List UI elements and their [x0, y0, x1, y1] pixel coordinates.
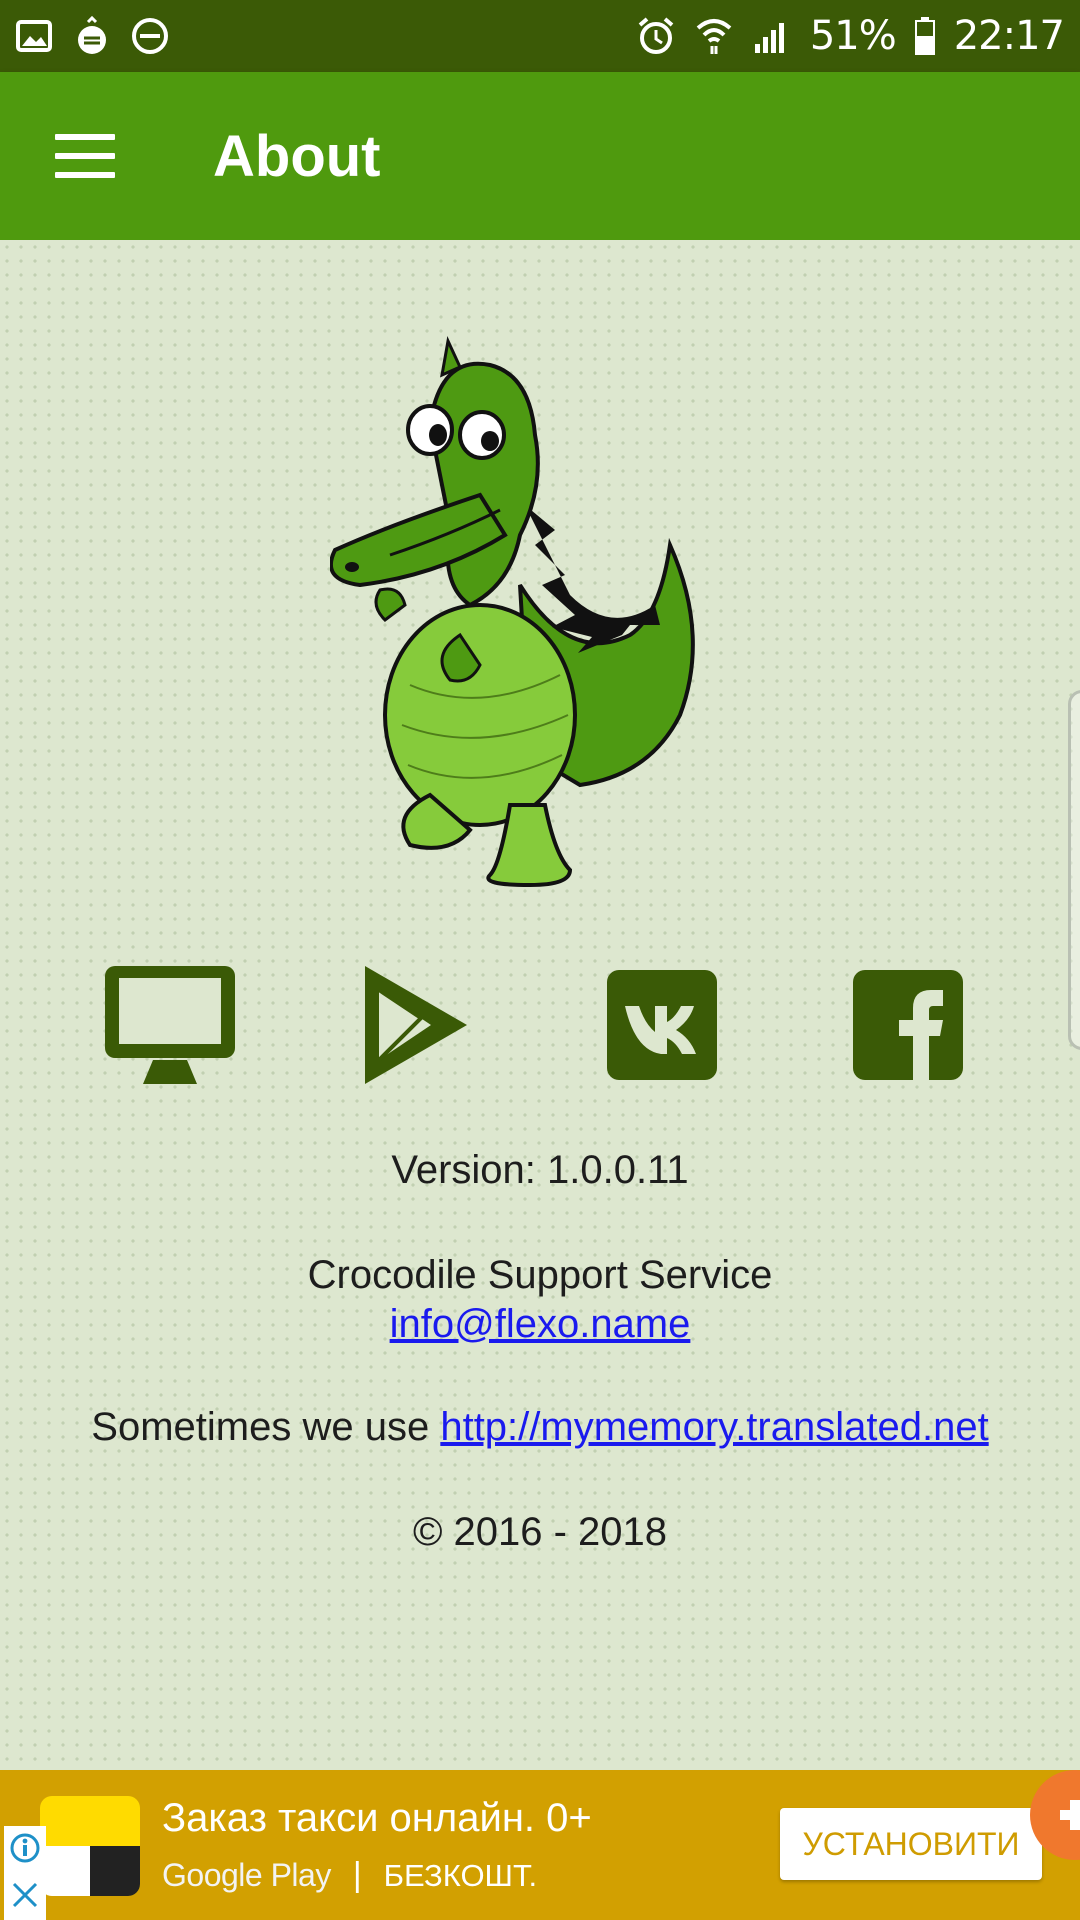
wifi-icon	[694, 16, 734, 56]
translation-note: Sometimes we use http://mymemory.transla…	[0, 1405, 1080, 1450]
app-notification-icon	[72, 16, 112, 56]
ad-subtitle: Google Play | БЕЗКОШТ.	[162, 1856, 537, 1895]
ad-separator: |	[352, 1856, 362, 1894]
hamburger-menu-icon[interactable]	[55, 134, 115, 178]
version-text: Version: 1.0.0.11	[391, 1148, 689, 1192]
ad-title: Заказ такси онлайн. 0+	[162, 1796, 592, 1840]
ad-choices[interactable]	[4, 1826, 46, 1920]
translation-service-link[interactable]: http://mymemory.translated.net	[440, 1405, 988, 1449]
ad-banner[interactable]: Заказ такси онлайн. 0+ Google Play | БЕЗ…	[0, 1770, 1080, 1920]
ad-close-icon[interactable]	[10, 1880, 40, 1915]
ad-app-icon[interactable]	[40, 1796, 140, 1896]
image-icon	[14, 16, 54, 56]
social-links	[0, 960, 1080, 1090]
google-play-icon[interactable]	[346, 960, 486, 1090]
page-title: About	[213, 123, 381, 189]
status-bar-right: 51% 22:17	[636, 13, 1065, 59]
support-email-container: info@flexo.name	[0, 1302, 1080, 1347]
status-bar-left	[14, 16, 170, 56]
google-play-label: Google Play	[162, 1857, 331, 1893]
crocodile-mascot-image	[330, 336, 695, 888]
ad-price: БЕЗКОШТ.	[383, 1857, 538, 1893]
signal-icon	[752, 16, 792, 56]
clock: 22:17	[953, 13, 1065, 59]
ad-info-icon[interactable]	[9, 1832, 41, 1869]
about-content: Version: 1.0.0.11 Crocodile Support Serv…	[0, 240, 1080, 1770]
website-icon[interactable]	[100, 960, 240, 1090]
alarm-icon	[636, 16, 676, 56]
facebook-icon[interactable]	[838, 960, 978, 1090]
vk-icon[interactable]	[592, 960, 732, 1090]
support-email-link[interactable]: info@flexo.name	[390, 1302, 691, 1346]
support-label: Crocodile Support Service	[307, 1253, 773, 1297]
copyright-text: © 2016 - 2018	[412, 1510, 668, 1554]
do-not-disturb-icon	[130, 16, 170, 56]
status-bar: 51% 22:17	[0, 0, 1080, 72]
edge-panel-handle[interactable]	[1068, 690, 1080, 1050]
install-button[interactable]: УСТАНОВИТИ	[780, 1808, 1042, 1880]
battery-percent: 51%	[809, 13, 897, 59]
battery-icon	[914, 16, 936, 56]
app-bar: About	[0, 72, 1080, 240]
translation-note-prefix: Sometimes we use	[91, 1405, 441, 1449]
